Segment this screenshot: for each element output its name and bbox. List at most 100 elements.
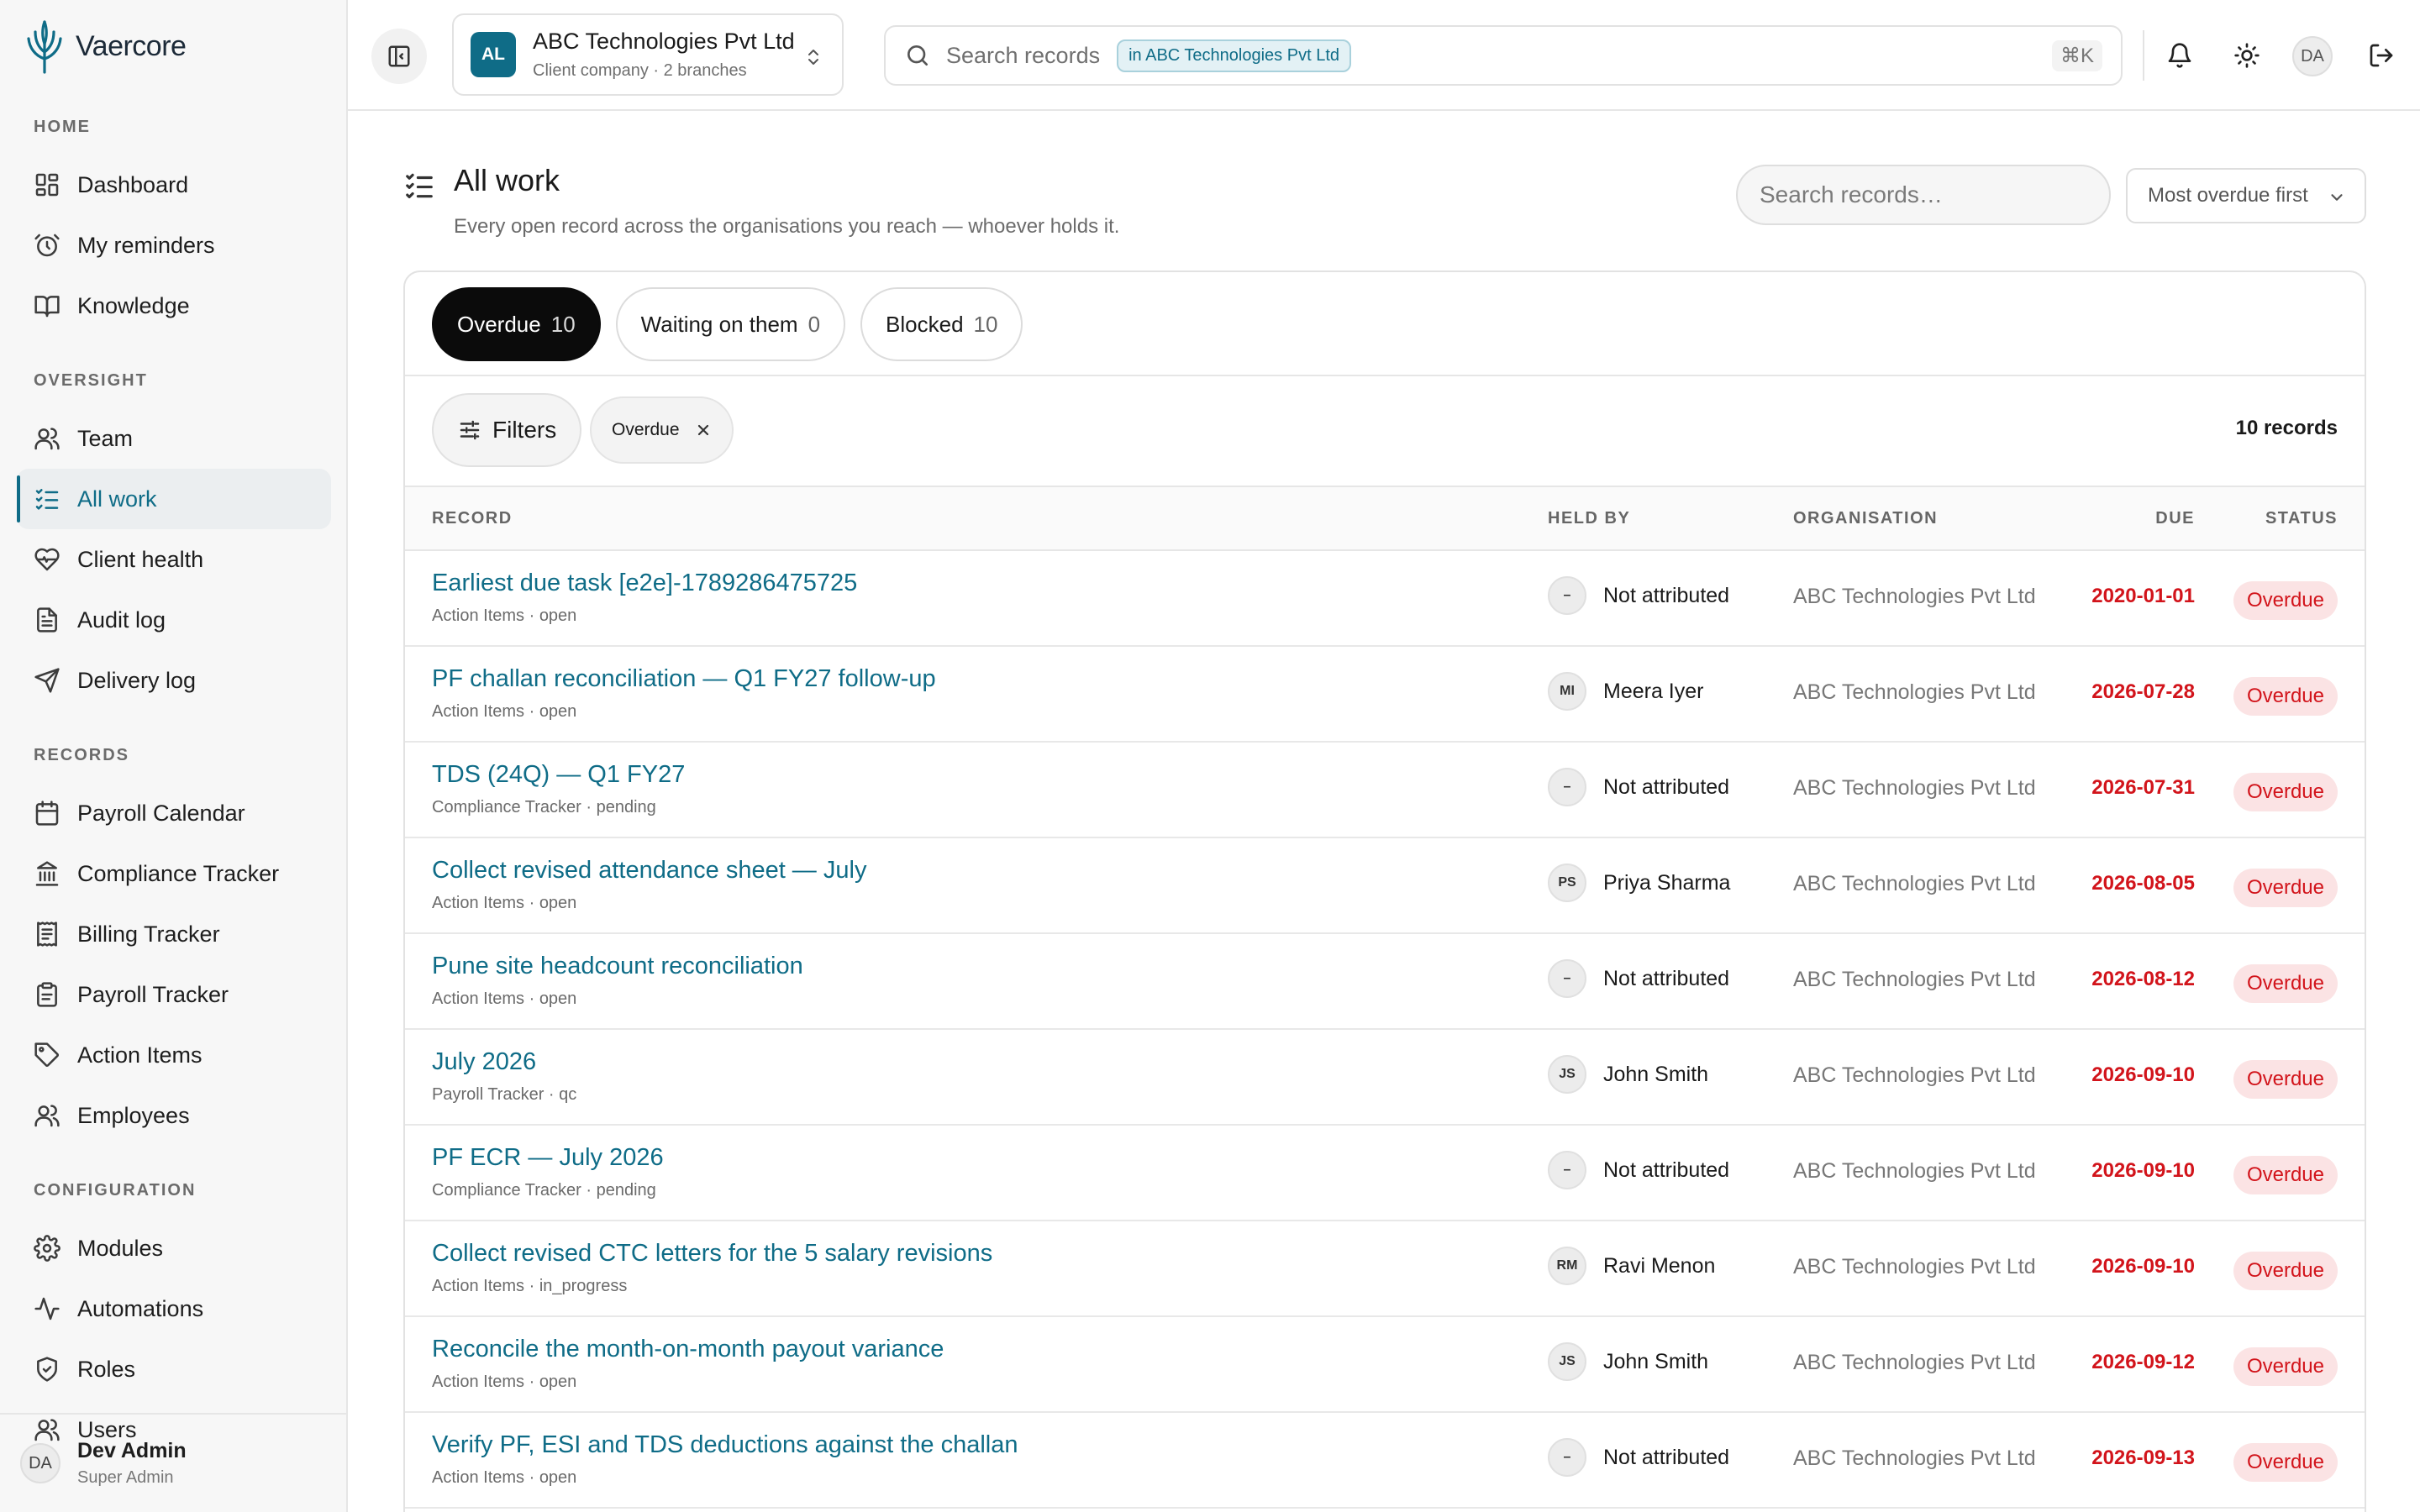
table-row[interactable]: Verify PF, ESI and TDS deductions agains… (405, 1413, 2365, 1509)
table-row[interactable]: Collect revised CTC letters for the 5 sa… (405, 1221, 2365, 1317)
col-due[interactable]: DUE (2155, 509, 2195, 528)
global-search[interactable]: Search records in ABC Technologies Pvt L… (884, 25, 2123, 86)
gear-icon (34, 1235, 60, 1262)
holder-name: Not attributed (1603, 966, 1730, 990)
record-title-link[interactable]: Collect revised CTC letters for the 5 sa… (432, 1240, 992, 1268)
sidebar-nav: HOME Dashboard My reminders Knowledge OVERSI… (17, 118, 331, 1460)
sidebar-item-label: Employees (77, 1102, 190, 1128)
company-switcher[interactable]: AL ABC Technologies Pvt Ltd Client compa… (452, 13, 844, 96)
col-organisation[interactable]: ORGANISATION (1793, 509, 1938, 528)
organisation: ABC Technologies Pvt Ltd (1793, 680, 2036, 704)
sidebar-item-roles[interactable]: Roles (17, 1339, 331, 1399)
search-scope-chip[interactable]: in ABC Technologies Pvt Ltd (1117, 39, 1351, 72)
sidebar-item-billing-tracker[interactable]: Billing Tracker (17, 904, 331, 964)
heart-pulse-icon (34, 546, 60, 573)
tab-blocked[interactable]: Blocked 10 (860, 287, 1023, 361)
sidebar-item-delivery-log[interactable]: Delivery log (17, 650, 331, 711)
holder-name: Meera Iyer (1603, 679, 1704, 703)
record-title-link[interactable]: Earliest due task [e2e]-1789286475725 (432, 570, 857, 597)
filters-button[interactable]: Filters (432, 393, 582, 467)
sidebar-item-automations[interactable]: Automations (17, 1278, 331, 1339)
chevrons-up-down-icon (808, 50, 818, 65)
sidebar-item-my-reminders[interactable]: My reminders (17, 215, 331, 276)
table-row[interactable]: PF ECR — July 2026 Compliance Tracker · p… (405, 1126, 2365, 1221)
sidebar-item-compliance-tracker[interactable]: Compliance Tracker (17, 843, 331, 904)
table-row[interactable]: July 2026 Payroll Tracker · qc JS John Smit… (405, 1030, 2365, 1126)
sidebar-item-action-items[interactable]: Action Items (17, 1025, 331, 1085)
page-search-input[interactable]: Search records… (1736, 165, 2111, 225)
held-by: – Not attributed (1548, 768, 1729, 806)
sidebar-item-payroll-calendar[interactable]: Payroll Calendar (17, 783, 331, 843)
col-status[interactable]: STATUS (2265, 509, 2338, 528)
record-title-link[interactable]: Verify PF, ESI and TDS deductions agains… (432, 1431, 1018, 1459)
calendar-icon (34, 800, 60, 827)
due-date: 2026-08-12 (2091, 968, 2195, 990)
topbar-avatar[interactable]: DA (2292, 36, 2333, 76)
sidebar-item-dashboard[interactable]: Dashboard (17, 155, 331, 215)
sidebar-item-all-work[interactable]: All work (17, 469, 331, 529)
shield-icon (34, 1356, 60, 1383)
record-title-link[interactable]: Pune site headcount reconciliation (432, 953, 803, 980)
sidebar-item-team[interactable]: Team (17, 408, 331, 469)
due-date: 2026-09-12 (2091, 1351, 2195, 1373)
sidebar-item-label: Audit log (77, 606, 166, 633)
chevron-down-icon (2331, 194, 2343, 201)
work-panel: Overdue 10 Waiting on them 0 Blocked 10 Filte… (403, 270, 2366, 1512)
close-icon[interactable] (695, 422, 712, 438)
sidebar-item-label: Client health (77, 546, 204, 572)
record-title-link[interactable]: Collect revised attendance sheet — July (432, 857, 866, 885)
sidebar-item-payroll-tracker[interactable]: Payroll Tracker (17, 964, 331, 1025)
record-title-link[interactable]: TDS (24Q) — Q1 FY27 (432, 761, 685, 789)
table-row[interactable]: Collect revised attendance sheet — July A… (405, 838, 2365, 934)
bell-icon (2168, 43, 2191, 68)
users-icon (34, 425, 60, 452)
due-date: 2026-07-31 (2091, 776, 2195, 799)
record-title-link[interactable]: Reconcile the month-on-month payout vari… (432, 1336, 944, 1363)
table-row[interactable]: Earliest due task [e2e]-1789286475725 Act… (405, 551, 2365, 647)
record-title-link[interactable]: July 2026 (432, 1048, 536, 1076)
sidebar-item-label: My reminders (77, 232, 215, 258)
notifications-button[interactable] (2160, 35, 2200, 76)
col-record[interactable]: RECORD (432, 509, 513, 528)
due-date: 2026-08-05 (2091, 872, 2195, 895)
sort-select[interactable]: Most overdue first (2126, 168, 2366, 223)
company-subtitle: Client company · 2 branches (533, 61, 747, 80)
table-row[interactable]: Reconcile the month-on-month payout vari… (405, 1317, 2365, 1413)
sidebar-item-employees[interactable]: Employees (17, 1085, 331, 1146)
sidebar-item-modules[interactable]: Modules (17, 1218, 331, 1278)
tab-label: Waiting on them (640, 311, 798, 337)
due-date: 2020-01-01 (2091, 585, 2195, 607)
list-check-icon (34, 486, 60, 512)
record-meta: Action Items · open (432, 702, 577, 721)
sidebar-item-client-health[interactable]: Client health (17, 529, 331, 590)
active-filter-chip[interactable]: Overdue (590, 396, 734, 464)
holder-name: John Smith (1603, 1349, 1709, 1373)
holder-avatar: RM (1548, 1247, 1586, 1285)
sidebar-item-label: Compliance Tracker (77, 860, 280, 886)
sidebar-item-audit-log[interactable]: Audit log (17, 590, 331, 650)
theme-toggle-button[interactable] (2227, 35, 2267, 76)
due-date: 2026-09-10 (2091, 1063, 2195, 1086)
record-title-link[interactable]: PF ECR — July 2026 (432, 1144, 664, 1172)
current-user[interactable]: DA Dev Admin Super Admin (0, 1413, 346, 1512)
sidebar-item-knowledge[interactable]: Knowledge (17, 276, 331, 336)
table-row[interactable]: PF challan reconciliation — Q1 FY27 foll… (405, 647, 2365, 743)
table-row[interactable]: Pune site headcount reconciliation Action… (405, 934, 2365, 1030)
user-avatar: DA (20, 1443, 60, 1483)
status-badge: Overdue (2233, 1060, 2338, 1099)
record-meta: Compliance Tracker · pending (432, 798, 656, 816)
col-held-by[interactable]: HELD BY (1548, 509, 1630, 528)
table-row[interactable]: TDS (24Q) — Q1 FY27 Compliance Tracker · … (405, 743, 2365, 838)
organisation: ABC Technologies Pvt Ltd (1793, 585, 2036, 608)
logout-button[interactable] (2361, 35, 2402, 76)
record-meta: Action Items · open (432, 606, 577, 625)
page-subtitle: Every open record across the organisatio… (454, 215, 1120, 238)
sidebar-item-label: Automations (77, 1295, 204, 1321)
sidebar-toggle-button[interactable] (371, 29, 427, 84)
tab-overdue[interactable]: Overdue 10 (432, 287, 601, 361)
sidebar-item-label: Payroll Tracker (77, 981, 229, 1007)
brand[interactable]: Vaercore (25, 18, 187, 74)
tab-waiting-on-them[interactable]: Waiting on them 0 (615, 287, 846, 361)
record-title-link[interactable]: PF challan reconciliation — Q1 FY27 foll… (432, 665, 936, 693)
